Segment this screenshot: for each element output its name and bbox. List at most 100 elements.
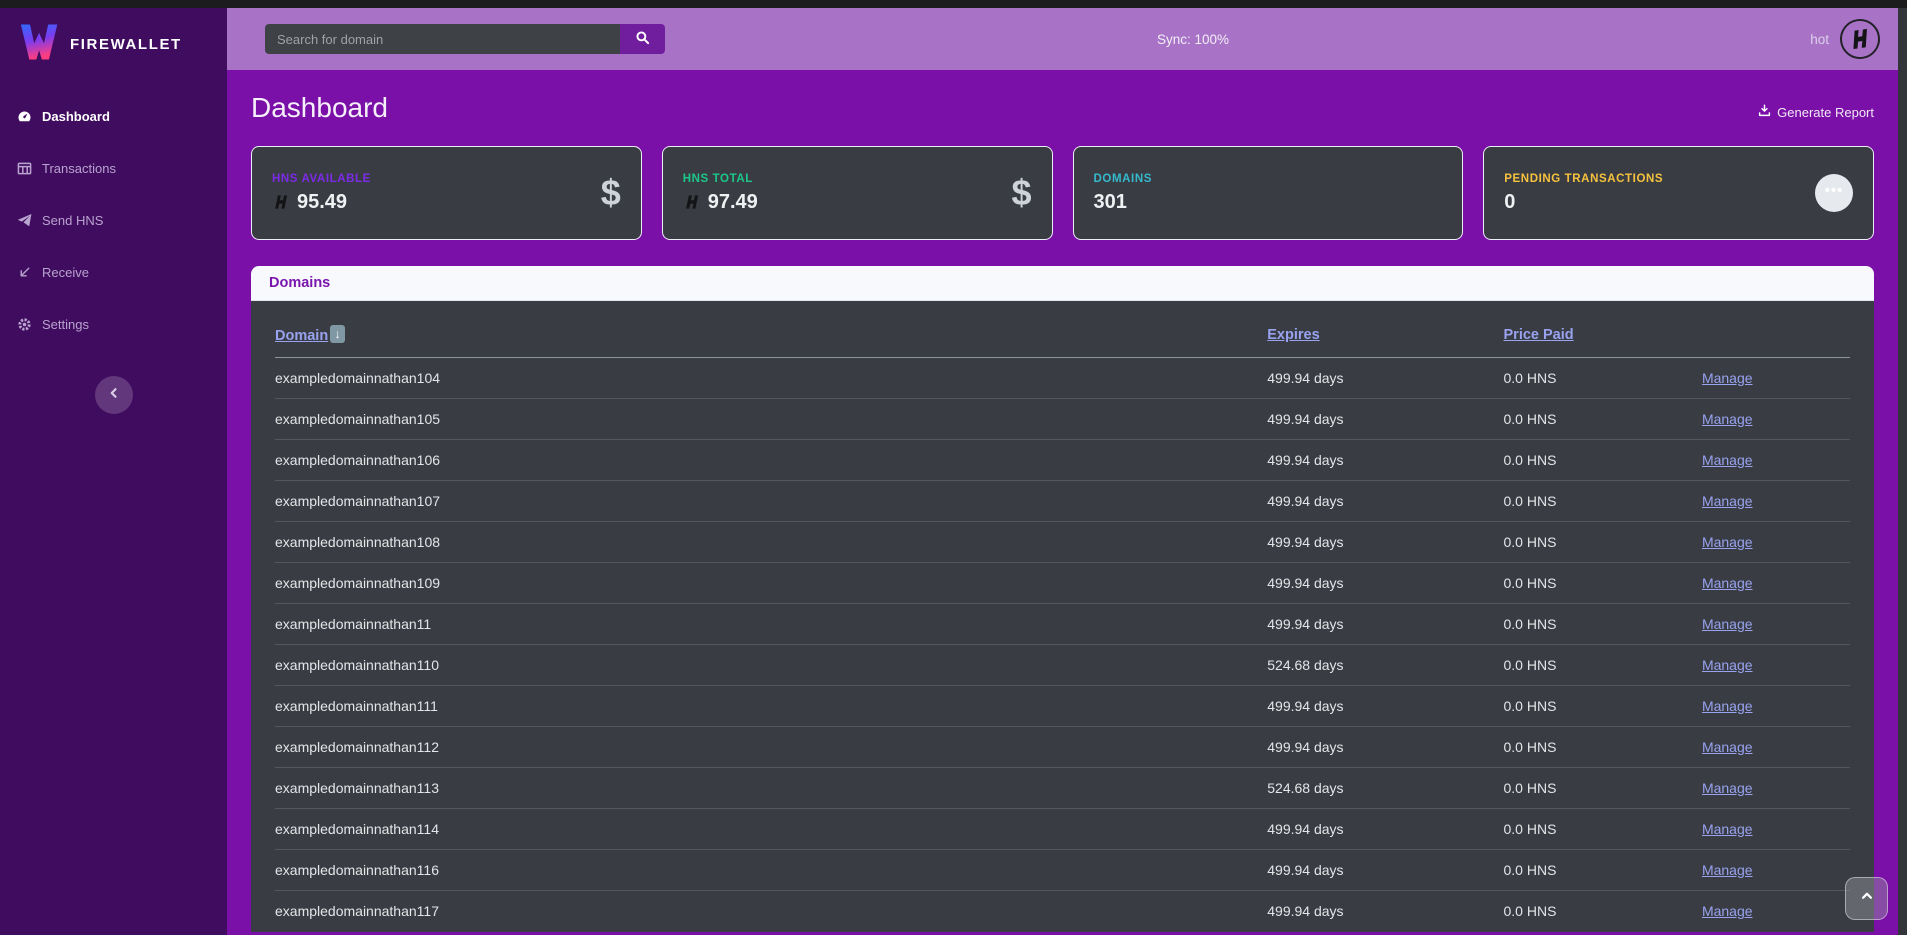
stat-card-pending-transactions: PENDING TRANSACTIONS 0 ••• [1483,146,1874,240]
expires-cell: 524.68 days [1267,657,1343,673]
generate-report-label: Generate Report [1777,105,1874,120]
sidebar-item-label: Dashboard [42,109,110,124]
sync-status: Sync: 100% [1157,8,1229,70]
manage-link[interactable]: Manage [1702,616,1753,632]
sidebar-item-label: Send HNS [42,213,103,228]
price-paid-cell: 0.0 HNS [1504,903,1557,919]
expires-cell: 499.94 days [1267,821,1343,837]
sort-by-domain-link[interactable]: Domain [275,328,328,344]
domain-name-cell: exampledomainnathan117 [275,903,439,919]
dollar-sign-icon: $ [601,175,621,211]
expires-cell: 499.94 days [1267,370,1343,386]
gear-icon [16,316,32,332]
manage-link[interactable]: Manage [1702,411,1753,427]
manage-link[interactable]: Manage [1702,739,1753,755]
domain-name-cell: exampledomainnathan11 [275,616,431,632]
brand-link[interactable]: FIREWALLET [0,8,227,76]
price-paid-cell: 0.0 HNS [1504,657,1557,673]
brand-name: FIREWALLET [70,36,182,53]
manage-link[interactable]: Manage [1702,575,1753,591]
sidebar: FIREWALLET Dashboard Transactions Send H… [0,8,227,935]
wallet-name: hot [1810,32,1829,47]
scroll-to-top-button[interactable] [1845,877,1888,920]
stat-card-label: HNS TOTAL [683,173,758,185]
domain-name-cell: exampledomainnathan108 [275,534,440,550]
domains-panel-title: Domains [251,266,1874,301]
sort-by-expires-link[interactable]: Expires [1267,327,1319,343]
sidebar-item-settings[interactable]: Settings [0,298,227,350]
expires-cell: 499.94 days [1267,616,1343,632]
price-paid-cell: 0.0 HNS [1504,616,1557,632]
vertical-scrollbar[interactable] [1898,8,1907,935]
sidebar-item-receive[interactable]: Receive [0,246,227,298]
search-icon [635,30,650,48]
sort-direction-down-icon[interactable]: ↓ [330,325,345,343]
domain-name-cell: exampledomainnathan112 [275,739,439,755]
domain-name-cell: exampledomainnathan114 [275,821,439,837]
domain-name-cell: exampledomainnathan113 [275,780,439,796]
expires-cell: 499.94 days [1267,493,1343,509]
hns-logo-icon [272,194,290,210]
wallet-selector[interactable]: hot [1810,8,1880,70]
expires-cell: 499.94 days [1267,903,1343,919]
domain-name-cell: exampledomainnathan109 [275,575,440,591]
manage-link[interactable]: Manage [1702,821,1753,837]
sidebar-nav: Dashboard Transactions Send HNS Receive … [0,90,227,350]
handshake-logo-icon [1837,16,1882,61]
ellipsis-icon[interactable]: ••• [1815,174,1853,212]
domains-table-body: exampledomainnathan104 499.94 days 0.0 H… [275,358,1850,932]
price-paid-cell: 0.0 HNS [1504,493,1557,509]
stat-card-hns-available: HNS AVAILABLE 95.49 $ [251,146,642,240]
domain-search-form [265,24,665,54]
tachometer-icon [16,108,32,124]
sidebar-collapse-button[interactable] [95,376,133,414]
table-row: exampledomainnathan113 524.68 days 0.0 H… [275,768,1850,809]
dollar-sign-icon: $ [1011,175,1031,211]
expires-cell: 499.94 days [1267,698,1343,714]
table-row: exampledomainnathan105 499.94 days 0.0 H… [275,399,1850,440]
expires-cell: 499.94 days [1267,575,1343,591]
table-row: exampledomainnathan110 524.68 days 0.0 H… [275,645,1850,686]
sort-by-price-link[interactable]: Price Paid [1504,327,1574,343]
stat-card-value: 97.49 [708,191,758,214]
table-row: exampledomainnathan109 499.94 days 0.0 H… [275,563,1850,604]
generate-report-button[interactable]: Generate Report [1758,104,1874,124]
manage-link[interactable]: Manage [1702,657,1753,673]
price-paid-cell: 0.0 HNS [1504,862,1557,878]
price-paid-cell: 0.0 HNS [1504,534,1557,550]
manage-link[interactable]: Manage [1702,862,1753,878]
price-paid-cell: 0.0 HNS [1504,739,1557,755]
sidebar-item-send-hns[interactable]: Send HNS [0,194,227,246]
stat-card-label: DOMAINS [1094,173,1153,185]
stat-card-domains: DOMAINS 301 [1073,146,1464,240]
sidebar-item-transactions[interactable]: Transactions [0,142,227,194]
table-row: exampledomainnathan116 499.94 days 0.0 H… [275,850,1850,891]
topbar: Sync: 100% hot [227,8,1898,70]
stat-card-value: 0 [1504,191,1515,214]
manage-link[interactable]: Manage [1702,370,1753,386]
expires-cell: 499.94 days [1267,534,1343,550]
expires-cell: 499.94 days [1267,739,1343,755]
chevron-up-icon [1860,889,1874,908]
search-button[interactable] [620,24,665,54]
stat-cards-row: HNS AVAILABLE 95.49 $ HNS TOTAL 97.49 [251,146,1874,240]
page-title: Dashboard [251,92,388,124]
table-icon [16,160,32,176]
table-row: exampledomainnathan107 499.94 days 0.0 H… [275,481,1850,522]
table-row: exampledomainnathan104 499.94 days 0.0 H… [275,358,1850,399]
stat-card-value: 301 [1094,191,1127,214]
sidebar-item-label: Receive [42,265,89,280]
price-paid-cell: 0.0 HNS [1504,780,1557,796]
hns-logo-icon [683,194,701,210]
manage-link[interactable]: Manage [1702,903,1753,919]
chevron-left-icon [108,386,120,404]
manage-link[interactable]: Manage [1702,698,1753,714]
table-row: exampledomainnathan117 499.94 days 0.0 H… [275,891,1850,932]
search-input[interactable] [265,24,620,54]
sidebar-item-dashboard[interactable]: Dashboard [0,90,227,142]
manage-link[interactable]: Manage [1702,452,1753,468]
manage-link[interactable]: Manage [1702,534,1753,550]
manage-link[interactable]: Manage [1702,493,1753,509]
manage-link[interactable]: Manage [1702,780,1753,796]
expires-cell: 499.94 days [1267,452,1343,468]
